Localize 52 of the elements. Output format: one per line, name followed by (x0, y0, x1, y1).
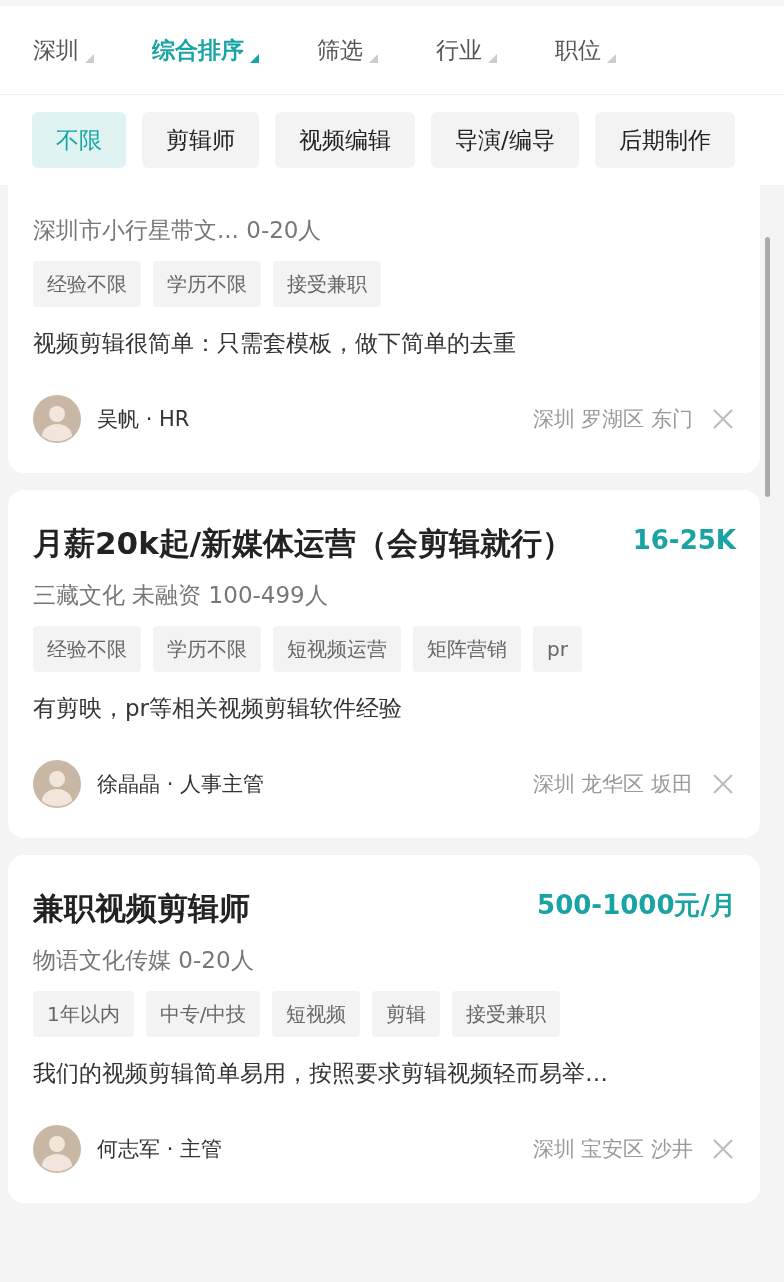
job-tag: 学历不限 (153, 261, 261, 307)
job-tag: 1年以内 (33, 991, 134, 1037)
recruiter-name: 何志军 · 主管 (97, 1136, 224, 1163)
category-chip[interactable]: 视频编辑 (275, 112, 415, 168)
triangle-icon (369, 53, 378, 63)
triangle-icon (85, 53, 94, 63)
filter-tab[interactable]: 行业 (436, 34, 497, 66)
job-location: 深圳 龙华区 坂田 (532, 771, 693, 798)
job-tag: 短视频运营 (273, 626, 401, 672)
job-description: 视频剪辑很简单：只需套模板，做下简单的去重 (33, 329, 517, 358)
avatar-icon (33, 1125, 81, 1173)
recruiter-name: 徐晶晶 · 人事主管 (97, 771, 266, 798)
job-location: 深圳 罗湖区 东门 (532, 406, 693, 433)
close-icon[interactable] (713, 409, 733, 429)
filter-tab[interactable]: 职位 (555, 34, 616, 66)
company-info: 三藏文化 未融资 100-499人 (33, 581, 329, 610)
close-icon[interactable] (713, 774, 733, 794)
triangle-icon (250, 53, 259, 63)
triangle-icon (488, 53, 497, 63)
filter-tab[interactable]: 深圳 (33, 34, 94, 66)
close-icon[interactable] (713, 1139, 733, 1159)
job-title: 月薪20k起/新媒体运营（会剪辑就行） (33, 524, 575, 563)
job-tag: 接受兼职 (273, 261, 381, 307)
recruiter-name: 吴帆 · HR (97, 406, 191, 433)
filter-tab[interactable]: 筛选 (317, 34, 378, 66)
category-chip[interactable]: 剪辑师 (142, 112, 259, 168)
job-tag: 中专/中技 (145, 991, 261, 1037)
job-description: 我们的视频剪辑简单易用，按照要求剪辑视频轻而易举… (33, 1059, 609, 1088)
salary: 16-25K (632, 524, 736, 557)
job-tag: 短视频 (272, 991, 361, 1037)
avatar-icon (33, 760, 81, 808)
salary: 500-1000元/月 (537, 889, 736, 922)
job-tag: 矩阵营销 (413, 626, 521, 672)
job-card[interactable]: 兼职视频剪辑师 500-1000元/月 物语文化传媒 0-20人 1年以内 中专/中技 短视频 剪辑 接受兼职 我们的视频剪辑简单易用，按照要求剪辑视频轻而易举… 何志军 · 主管 深圳 宝安区 沙井 (8, 855, 760, 1203)
job-tag: 经验不限 (33, 261, 141, 307)
job-tag: 接受兼职 (452, 991, 561, 1037)
job-card[interactable]: 月薪20k起/新媒体运营（会剪辑就行） 16-25K 三藏文化 未融资 100-499人 经验不限 学历不限 短视频运营 矩阵营销 pr 有剪映，pr等相关视频剪辑软件经验 徐晶晶 · 人事主管 深圳 龙华区 坂田 (8, 490, 760, 838)
category-chip[interactable]: 导演/编导 (431, 112, 579, 168)
job-tag: 经验不限 (33, 626, 141, 672)
job-card[interactable]: 深圳市小行星带文... 0-20人 经验不限 学历不限 接受兼职 视频剪辑很简单：只需套模板，做下简单的去重 吴帆 · HR 深圳 罗湖区 东门 (8, 185, 760, 473)
scrollbar[interactable] (765, 237, 770, 497)
job-title: 兼职视频剪辑师 (33, 889, 251, 928)
category-chip[interactable]: 后期制作 (594, 112, 735, 168)
job-location: 深圳 宝安区 沙井 (532, 1136, 693, 1163)
job-tag: 学历不限 (153, 626, 261, 672)
avatar-icon (33, 395, 81, 443)
job-description: 有剪映，pr等相关视频剪辑软件经验 (33, 694, 404, 723)
triangle-icon (607, 53, 616, 63)
job-tag: 剪辑 (372, 991, 441, 1037)
job-tag: pr (533, 626, 582, 672)
company-info: 物语文化传媒 0-20人 (33, 946, 255, 975)
company-info: 深圳市小行星带文... 0-20人 (33, 216, 323, 245)
